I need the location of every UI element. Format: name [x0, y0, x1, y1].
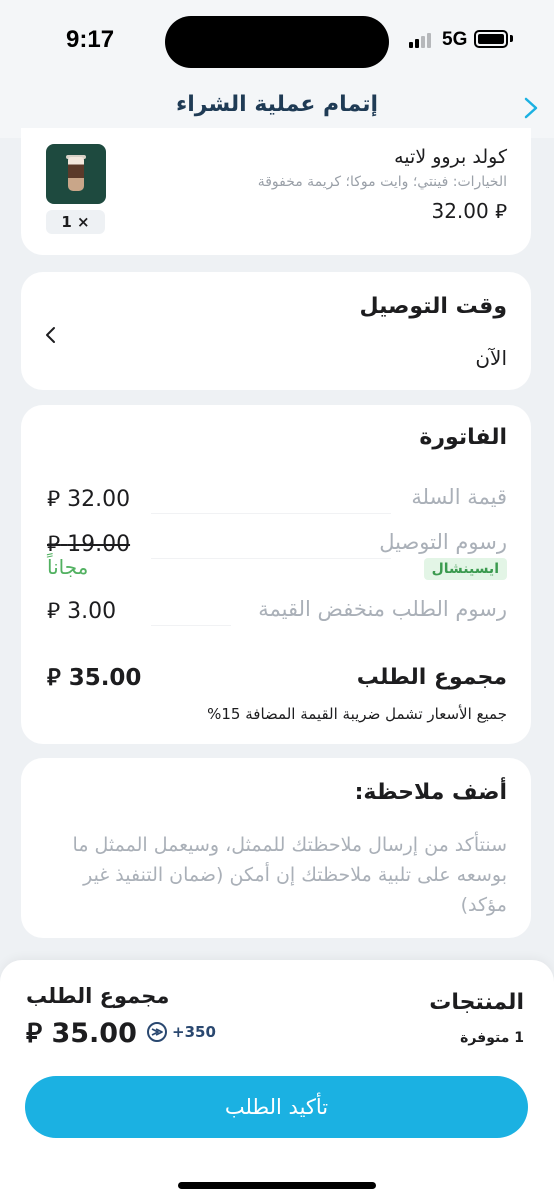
products-label: المنتجات [429, 990, 524, 1015]
quantity-chip: 1 × [46, 210, 105, 234]
cart-value: ⃁ 32.00 [47, 485, 130, 513]
note-title: أضف ملاحظة: [354, 780, 507, 805]
reward-points-icon [147, 1022, 167, 1042]
riyal-icon: ⃁ [47, 487, 61, 512]
bar-total: ⃁ 35.00 [26, 1016, 137, 1050]
product-options: الخيارات: فينتي؛ وايت موكا؛ كريمة مخفوقة [257, 174, 507, 190]
note-card[interactable]: أضف ملاحظة: سنتأكد من إرسال ملاحظتك للمم… [21, 758, 531, 938]
delivery-fee-original: ⃁ 19.00 [47, 530, 130, 558]
back-button[interactable] [518, 92, 546, 124]
product-price: 32.00 ⃁ [431, 198, 507, 224]
invoice-card: الفاتورة قيمة السلة ⃁ 32.00 رسوم التوصيل… [21, 405, 531, 744]
small-order-fee-label: رسوم الطلب منخفض القيمة [258, 597, 507, 621]
riyal-icon: ⃁ [26, 1018, 43, 1049]
note-input[interactable]: سنتأكد من إرسال ملاحظتك للممثل، وسيعمل ا… [47, 830, 507, 920]
riyal-icon: ⃁ [495, 199, 507, 223]
order-total-amount: 35.00 [68, 665, 142, 691]
signal-icon [409, 32, 435, 48]
network-type: 5G [442, 29, 468, 50]
checkout-bottom-bar: المنتجات 1 متوفرة مجموع الطلب ⃁ 35.00 +3… [0, 960, 554, 1200]
vat-note: جميع الأسعار تشمل ضريبة القيمة المضافة 1… [207, 705, 507, 723]
product-image [46, 144, 106, 204]
status-time: 9:17 [66, 26, 115, 53]
free-delivery-text: مجاناً [47, 555, 89, 579]
delivery-value: الآن [475, 346, 507, 370]
status-bar: 9:17 5G [0, 0, 554, 84]
chevron-left-icon[interactable] [43, 324, 59, 346]
order-total-label: مجموع الطلب [356, 665, 507, 690]
riyal-icon: ⃁ [47, 599, 61, 624]
product-price-value: 32.00 [431, 199, 489, 223]
products-count: 1 متوفرة [460, 1030, 524, 1046]
delivery-time-card[interactable]: وقت التوصيل الآن [21, 272, 531, 390]
riyal-icon: ⃁ [47, 665, 61, 691]
small-order-fee: ⃁ 3.00 [47, 597, 116, 625]
riyal-icon: ⃁ [47, 532, 61, 557]
battery-icon [474, 30, 508, 48]
reward-points-value: +350 [172, 1023, 216, 1041]
row-divider [151, 625, 231, 626]
battery-cap [510, 35, 513, 42]
order-total: ⃁ 35.00 [47, 663, 141, 692]
cart-value-label: قيمة السلة [411, 485, 507, 509]
delivery-fee-amount: 19.00 [67, 532, 131, 557]
home-indicator [178, 1182, 376, 1189]
small-order-fee-amount: 3.00 [67, 599, 117, 624]
invoice-title: الفاتورة [419, 425, 507, 450]
confirm-order-button[interactable]: تأكيد الطلب [25, 1076, 528, 1138]
page-title: إتمام عملية الشراء [176, 92, 378, 117]
row-divider [151, 558, 391, 559]
chevron-right-icon [524, 97, 538, 119]
bar-total-label: مجموع الطلب [26, 984, 170, 1008]
reward-points: +350 [146, 1020, 216, 1044]
subscription-badge: ايسينشال [423, 558, 507, 580]
delivery-title: وقت التوصيل [359, 294, 507, 319]
product-card: كولد بروو لاتيه الخيارات: فينتي؛ وايت مو… [21, 128, 531, 255]
cart-value-amount: 32.00 [67, 487, 131, 512]
dynamic-island [165, 16, 389, 68]
product-name: كولد بروو لاتيه [394, 146, 507, 168]
bar-total-amount: 35.00 [51, 1018, 137, 1049]
delivery-fee-label: رسوم التوصيل [379, 530, 507, 554]
row-divider [151, 513, 391, 514]
